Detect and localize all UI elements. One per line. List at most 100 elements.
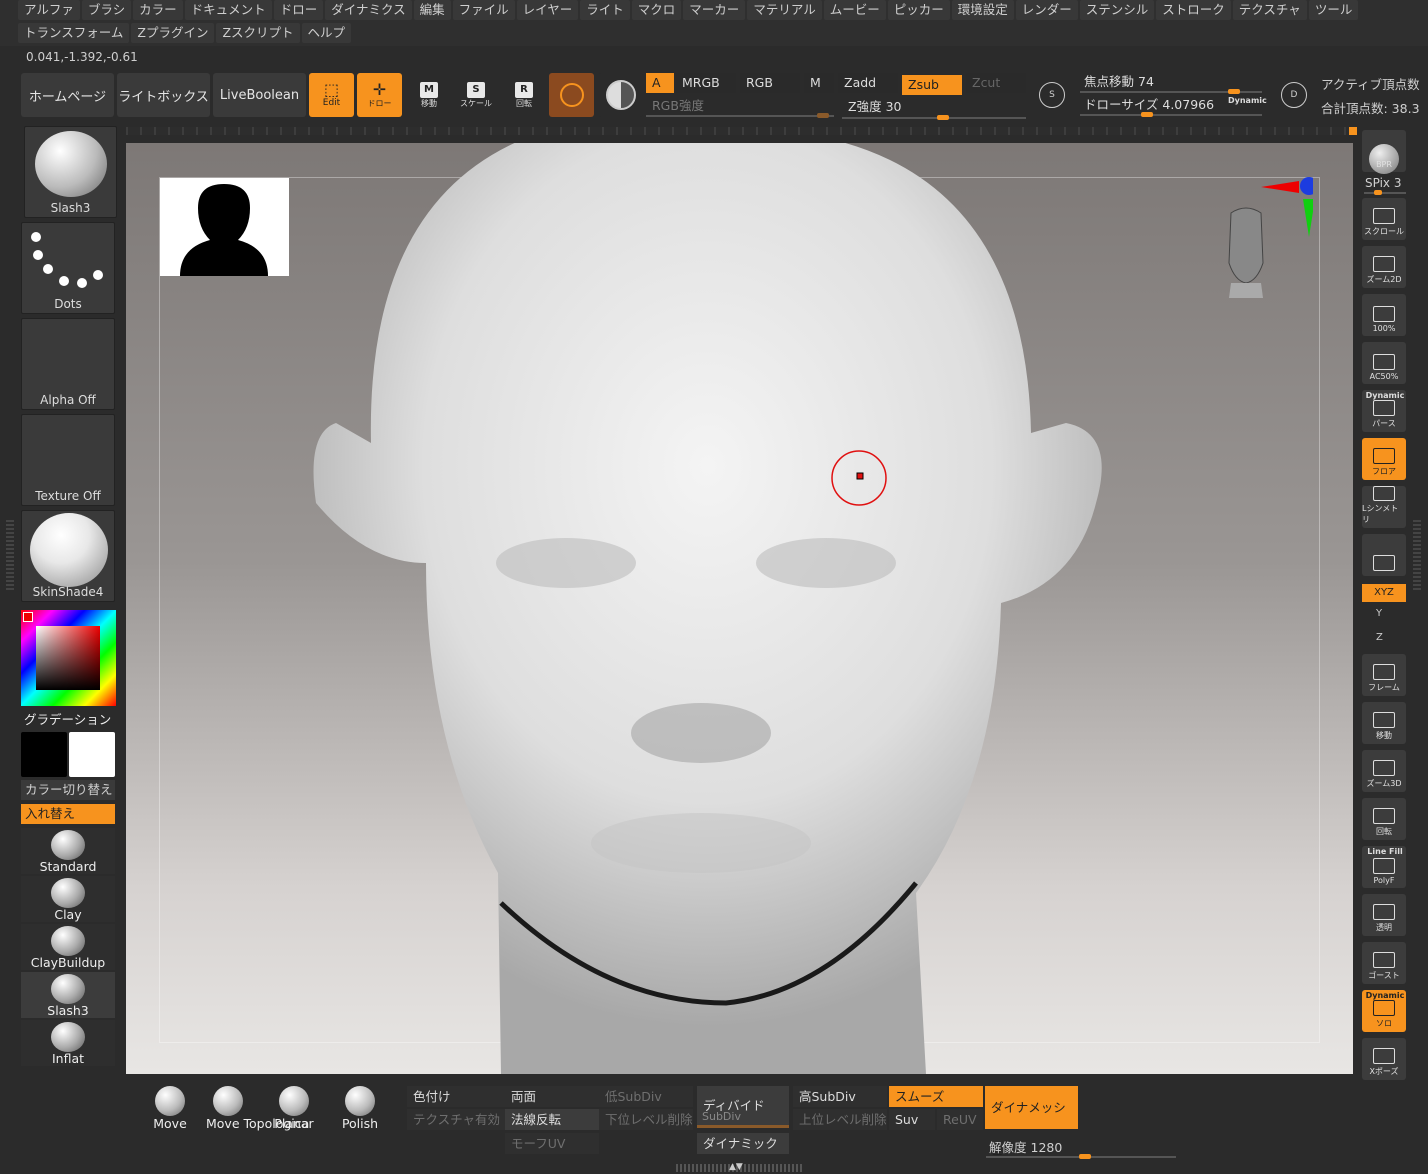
resolution-knob[interactable] [1078, 1154, 1091, 1159]
z-intensity-slider[interactable] [842, 117, 1026, 119]
alpha-thumbnail[interactable]: Alpha Off [21, 318, 115, 410]
viewport-canvas[interactable] [126, 143, 1353, 1074]
brush-shelf-item[interactable]: Inflat [21, 1020, 115, 1066]
reuv-button[interactable]: ReUV [937, 1109, 983, 1130]
move-mode-button[interactable]: M 移動 [407, 73, 451, 117]
texture-thumbnail[interactable]: Texture Off [21, 414, 115, 506]
m-toggle[interactable]: M [804, 73, 834, 93]
menu-item[interactable]: ライト [580, 0, 630, 20]
menu-item[interactable]: カラー [133, 0, 183, 20]
brush-shelf-item[interactable]: Slash3 [21, 972, 115, 1018]
lower-subdiv-button[interactable]: 低SubDiv [599, 1086, 693, 1107]
menu-item[interactable]: レンダー [1015, 0, 1078, 20]
bottom-brush-item[interactable]: Planar [272, 1086, 316, 1131]
antialias-half-button[interactable]: AC50% [1362, 342, 1406, 384]
stroke-thumbnail[interactable]: Dots [21, 222, 115, 314]
actual-size-button[interactable]: 100% [1362, 294, 1406, 336]
spix-slider[interactable] [1364, 192, 1406, 194]
scale-mode-button[interactable]: S スケール [454, 73, 498, 117]
ghost-button[interactable]: ゴースト [1362, 942, 1406, 984]
colorize-toggle[interactable]: 色付け [407, 1086, 505, 1107]
color-square[interactable] [36, 626, 100, 690]
z-intensity-knob[interactable] [936, 115, 949, 120]
xyz-rotation-toggle[interactable]: XYZ [1362, 584, 1406, 602]
edit-button[interactable]: ⬚ Edit [309, 73, 354, 117]
move-view-button[interactable]: 移動 [1362, 702, 1406, 744]
menu-item[interactable]: ストローク [1156, 0, 1231, 20]
local-symmetry-button[interactable]: Lシンメトリ [1362, 486, 1406, 528]
menu-item[interactable]: マクロ [631, 0, 682, 20]
menu-item[interactable]: 編集 [413, 0, 451, 20]
double-sided-toggle[interactable]: 両面 [505, 1086, 599, 1107]
menu-item[interactable]: 環境設定 [951, 0, 1014, 20]
rgb-toggle[interactable]: RGB [740, 73, 800, 93]
home-page-button[interactable]: ホームページ [21, 73, 114, 117]
dynamesh-button[interactable]: ダイナメッシュ [985, 1086, 1078, 1158]
menu-item[interactable]: Zスクリプト [216, 23, 300, 43]
a-toggle[interactable]: A [646, 73, 674, 93]
menu-item[interactable]: Zプラグイン [131, 23, 215, 43]
focal-shift-knob[interactable] [1227, 89, 1240, 94]
zcut-toggle[interactable]: Zcut [966, 73, 1026, 93]
material-toggle-button[interactable] [598, 73, 643, 117]
spix-knob[interactable] [1374, 190, 1383, 195]
rotate-mode-button[interactable]: R 回転 [502, 73, 546, 117]
menu-item[interactable]: ヘルプ [301, 23, 352, 43]
texture-enable-toggle[interactable]: テクスチャ有効 [407, 1109, 505, 1130]
bpr-button[interactable]: BPR [1362, 130, 1406, 174]
menu-item[interactable]: トランスフォーム [18, 23, 130, 43]
zoom-3d-button[interactable]: ズーム3D [1362, 750, 1406, 792]
menu-item[interactable]: ドロー [273, 0, 324, 20]
menu-item[interactable]: レイヤー [516, 0, 579, 20]
rgb-intensity-knob[interactable] [816, 113, 829, 118]
bottom-brush-item[interactable]: Move [148, 1086, 192, 1131]
brush-shelf-item[interactable]: ClayBuildup [21, 924, 115, 970]
lock-view-button[interactable] [1362, 534, 1406, 576]
menu-item[interactable]: ツール [1308, 0, 1359, 20]
mrgb-toggle[interactable]: MRGB [676, 73, 736, 93]
delete-lower-button[interactable]: 下位レベル削除 [599, 1109, 693, 1130]
bottom-brush-item[interactable]: Polish [338, 1086, 382, 1131]
smooth-toggle[interactable]: スムーズ [889, 1086, 983, 1107]
suv-toggle[interactable]: Suv [889, 1109, 935, 1130]
draw-size-knob[interactable] [1141, 112, 1154, 117]
liveboolean-button[interactable]: LiveBoolean [213, 73, 306, 117]
right-tray-handle[interactable] [1413, 520, 1421, 590]
menu-item[interactable]: マーカー [683, 0, 746, 20]
material-thumbnail[interactable]: SkinShade4 [21, 510, 115, 602]
menu-item[interactable]: マテリアル [747, 0, 822, 20]
frame-button[interactable]: フレーム [1362, 654, 1406, 696]
menu-item[interactable]: テクスチャ [1232, 0, 1307, 20]
menu-item[interactable]: アルファ [18, 0, 80, 20]
zsub-toggle[interactable]: Zsub [902, 75, 962, 95]
rotate-view-button[interactable]: 回転 [1362, 798, 1406, 840]
transparency-button[interactable]: 透明 [1362, 894, 1406, 936]
menu-item[interactable]: ブラシ [81, 0, 132, 20]
menu-item[interactable]: ファイル [452, 0, 515, 20]
lightbox-button[interactable]: ライトボックス [117, 73, 210, 117]
secondary-color-swatch[interactable] [69, 732, 115, 777]
axis-gizmo-icon[interactable] [1261, 177, 1313, 239]
draw-size-slider[interactable] [1080, 114, 1262, 116]
brush-shelf-item[interactable]: Standard [21, 828, 115, 874]
lazy-stroke-s-button[interactable]: S [1030, 73, 1074, 117]
xpose-button[interactable]: Xポーズ [1362, 1038, 1406, 1080]
menu-item[interactable]: ダイナミクス [325, 0, 412, 20]
z-rotation-toggle[interactable]: Z [1376, 632, 1383, 643]
polyframe-button[interactable] [549, 73, 594, 117]
color-picker[interactable] [21, 610, 116, 706]
rgb-intensity-slider[interactable] [646, 115, 834, 117]
dynamic-size-toggle[interactable]: Dynamic [1228, 96, 1267, 105]
main-color-swatch[interactable] [21, 732, 67, 777]
brush-thumbnail[interactable]: Slash3 [24, 126, 117, 218]
menu-item[interactable]: ムービー [823, 0, 886, 20]
y-rotation-toggle[interactable]: Y [1376, 608, 1382, 619]
draw-button[interactable]: ✛ ドロー [357, 73, 402, 117]
dynamic-subdiv-button[interactable]: ダイナミック [697, 1133, 789, 1154]
brush-shelf-item[interactable]: Clay [21, 876, 115, 922]
delete-higher-button[interactable]: 上位レベル削除 [793, 1109, 887, 1130]
floor-button[interactable]: フロア [1362, 438, 1406, 480]
color-switch-button[interactable]: カラー切り替え [21, 780, 115, 800]
zadd-toggle[interactable]: Zadd [838, 73, 898, 93]
morph-uv-button[interactable]: モーフUV [505, 1133, 599, 1154]
